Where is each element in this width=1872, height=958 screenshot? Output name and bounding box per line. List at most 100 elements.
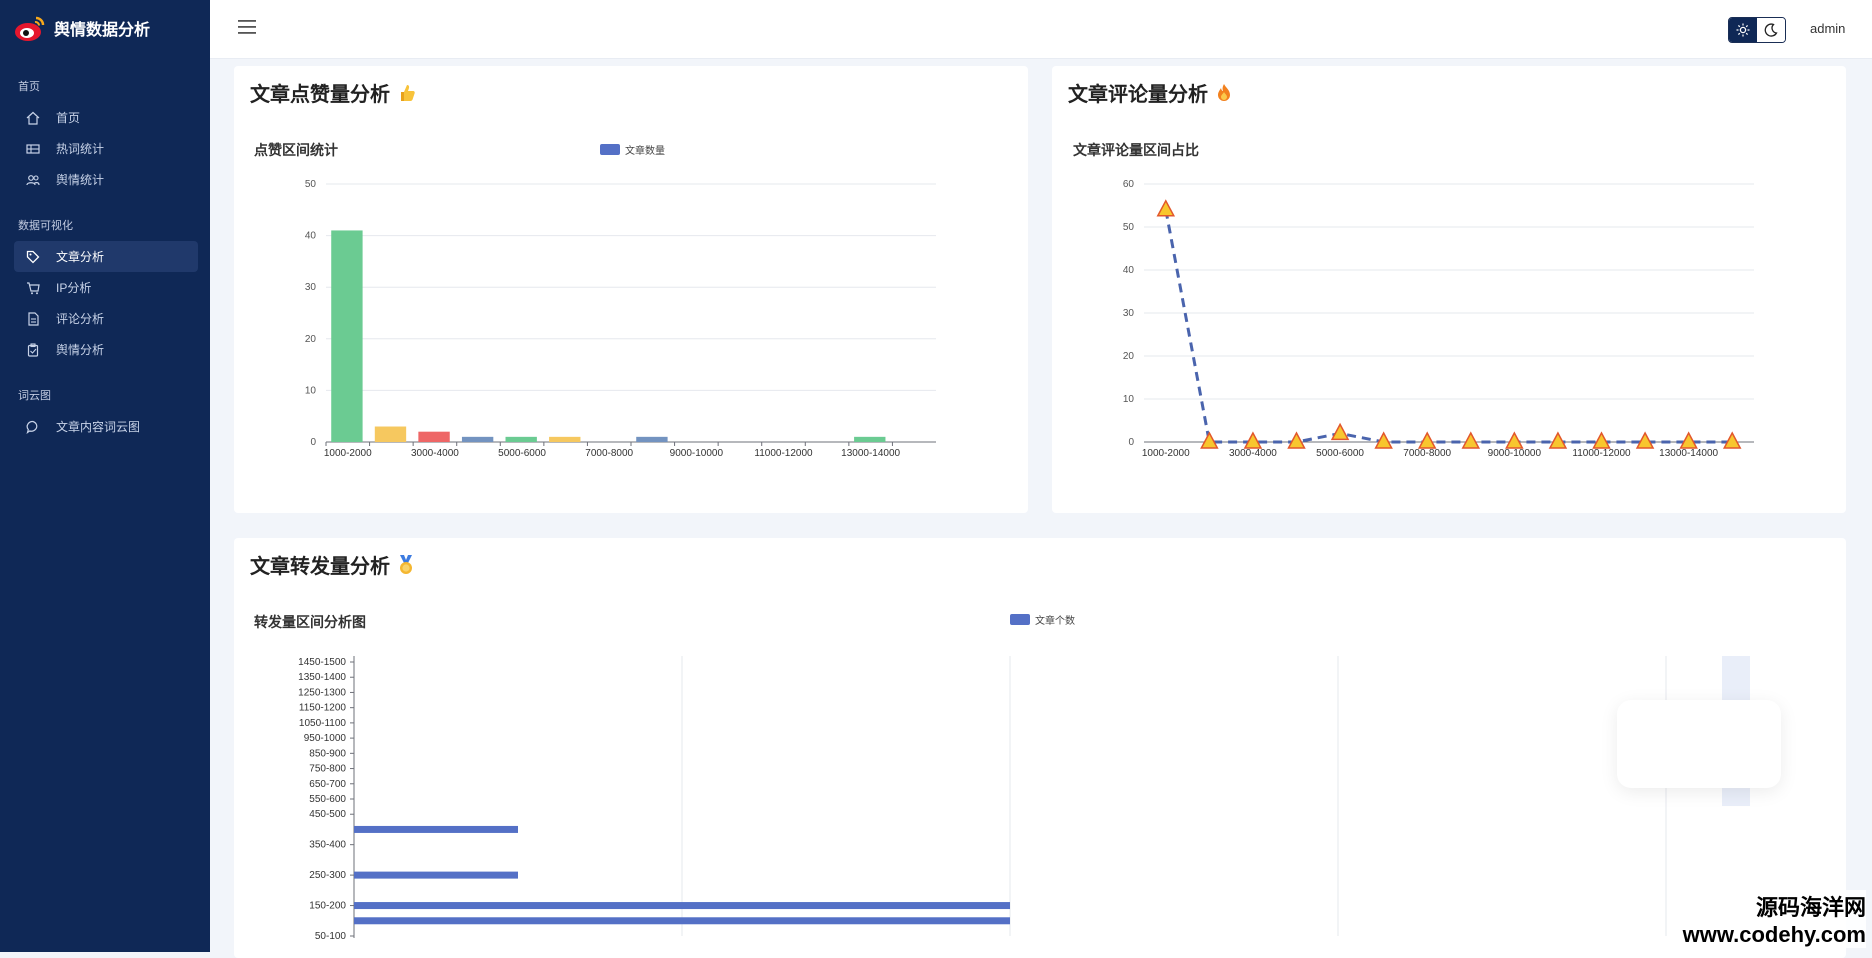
home-icon	[26, 111, 40, 125]
bar	[354, 917, 1010, 925]
data-point	[1156, 199, 1176, 217]
x-tick-label: 5000-6000	[1316, 448, 1364, 459]
data-point	[1330, 422, 1350, 441]
x-tick-label: 7000-8000	[585, 448, 633, 459]
sidebar-item[interactable]: 热词统计	[14, 133, 198, 164]
x-tick-label: 5000-6000	[498, 448, 546, 459]
y-tick-label: 20	[305, 334, 317, 345]
y-tick-label: 1350-1400	[298, 672, 346, 683]
y-tick-label: 40	[305, 231, 317, 242]
menu-toggle-icon[interactable]	[238, 20, 256, 34]
bar	[354, 902, 1010, 910]
sidebar-item[interactable]: 文章内容词云图	[14, 411, 198, 442]
bar	[505, 436, 537, 442]
reposts-horizontal-bar-chart[interactable]: 1450-1500 1350-1400 1250-1300 1150-1200 1050…	[234, 538, 1846, 958]
y-tick-label: 350-400	[309, 840, 346, 851]
brand[interactable]: 舆情数据分析	[0, 0, 210, 56]
light-mode-button[interactable]	[1729, 18, 1757, 42]
bar	[636, 436, 668, 442]
y-tick-label: 30	[1123, 308, 1135, 319]
sidebar-item-label: 评论分析	[56, 312, 105, 326]
y-tick-label: 850-900	[309, 748, 346, 759]
sidebar-item-label: 文章内容词云图	[56, 420, 141, 434]
y-tick-label: 1450-1500	[298, 657, 346, 668]
y-tick-label: 50	[305, 179, 317, 190]
y-tick-label: 650-700	[309, 779, 346, 790]
sidebar-item-label: 舆情分析	[56, 343, 105, 357]
users-icon	[26, 173, 40, 187]
x-tick-label: 11000-12000	[1572, 448, 1631, 459]
x-tick-label: 11000-12000	[754, 448, 813, 459]
sidebar: 舆情数据分析 首页 首页 热词统计 舆情统计 数据可视化 文章分析 IP分析 评论分析 舆情分析…	[0, 0, 210, 952]
y-tick-label: 20	[1123, 351, 1135, 362]
watermark-line2: www.codehy.com	[1682, 922, 1866, 947]
likes-card: 文章点赞量分析 点赞区间统计 文章数量 0 10 20 30 40 50 1000-2000…	[234, 66, 1028, 513]
doc-icon	[26, 311, 40, 326]
x-tick-label: 13000-14000	[1659, 448, 1718, 459]
sidebar-item[interactable]: 首页	[14, 102, 198, 133]
sidebar-section-title: 词云图	[18, 390, 51, 402]
bar	[854, 436, 886, 442]
comments-card: 文章评论量分析 文章评论量区间占比 0 10 20 30 40 50 60 1000-2000…	[1052, 66, 1846, 513]
y-tick-label: 0	[1128, 437, 1134, 448]
sidebar-item-label: 舆情统计	[56, 173, 105, 187]
y-tick-label: 1050-1100	[299, 718, 347, 729]
data-point	[1461, 431, 1481, 449]
sidebar-item[interactable]: 舆情统计	[14, 164, 198, 195]
bar	[331, 230, 363, 442]
y-tick-label: 250-300	[309, 870, 346, 881]
sidebar-nav: 首页 首页 热词统计 舆情统计 数据可视化 文章分析 IP分析 评论分析 舆情分析 词云图 文章内容…	[0, 56, 210, 442]
y-tick-label: 50	[1123, 222, 1135, 233]
y-tick-label: 0	[310, 437, 316, 448]
bar	[354, 825, 518, 833]
x-tick-label: 9000-10000	[670, 448, 724, 459]
y-tick-label: 950-1000	[304, 733, 347, 744]
x-tick-label: 13000-14000	[841, 448, 900, 459]
y-tick-label: 1150-1200	[299, 703, 347, 714]
x-tick-label: 7000-8000	[1403, 448, 1451, 459]
table-icon	[26, 142, 40, 156]
y-tick-label: 1250-1300	[298, 687, 346, 698]
series-line	[1164, 209, 1733, 444]
tag-icon	[26, 250, 40, 264]
bar	[418, 431, 450, 442]
watermark-line1: 源码海洋网	[1755, 895, 1866, 920]
bar	[461, 436, 494, 442]
y-tick-label: 40	[1123, 265, 1135, 276]
sidebar-item[interactable]: 评论分析	[14, 303, 198, 334]
dark-mode-button[interactable]	[1757, 18, 1785, 42]
sun-icon	[1736, 23, 1750, 37]
y-tick-label: 150-200	[309, 901, 346, 912]
x-tick-label: 1000-2000	[324, 448, 372, 459]
clipboard-icon	[26, 342, 40, 357]
weibo-logo-icon	[15, 16, 45, 41]
reposts-card: 文章转发量分析 转发量区间分析图 文章个数 1450-1500 1350-1400…	[234, 538, 1846, 958]
y-tick-label: 750-800	[309, 764, 346, 775]
y-tick-label: 10	[305, 385, 317, 396]
watermark: 源码海洋网 www.codehy.com	[1682, 890, 1866, 948]
x-tick-label: 3000-4000	[1229, 448, 1277, 459]
y-tick-label: 60	[1123, 179, 1135, 190]
cart-icon	[26, 281, 40, 295]
sidebar-item[interactable]: 舆情分析	[14, 334, 198, 365]
sidebar-item-label: 热词统计	[56, 142, 105, 156]
y-tick-label: 450-500	[309, 809, 346, 820]
chart-tooltip-placeholder	[1617, 700, 1781, 788]
comments-line-chart[interactable]: 0 10 20 30 40 50 60 1000-2000 3000-4000 5000-6000…	[1052, 66, 1846, 513]
y-tick-label: 30	[305, 282, 317, 293]
x-tick-label: 3000-4000	[411, 448, 459, 459]
likes-bar-chart[interactable]: 0 10 20 30 40 50 1000-2000 3000-4000 5000-6000 70…	[234, 66, 1028, 513]
sidebar-section-title: 首页	[18, 81, 40, 93]
x-tick-label: 9000-10000	[1488, 448, 1542, 459]
bar	[549, 436, 581, 442]
sidebar-item-label: 文章分析	[56, 250, 105, 264]
theme-toggle[interactable]	[1728, 17, 1786, 43]
y-tick-label: 50-100	[315, 931, 347, 942]
sidebar-item[interactable]: 文章分析	[14, 241, 198, 272]
chat-icon	[26, 420, 40, 434]
user-name[interactable]: admin	[1810, 21, 1845, 36]
sidebar-section-title: 数据可视化	[18, 220, 73, 232]
y-tick-label: 550-600	[309, 794, 346, 805]
sidebar-item[interactable]: IP分析	[14, 272, 198, 303]
moon-icon	[1764, 23, 1778, 37]
